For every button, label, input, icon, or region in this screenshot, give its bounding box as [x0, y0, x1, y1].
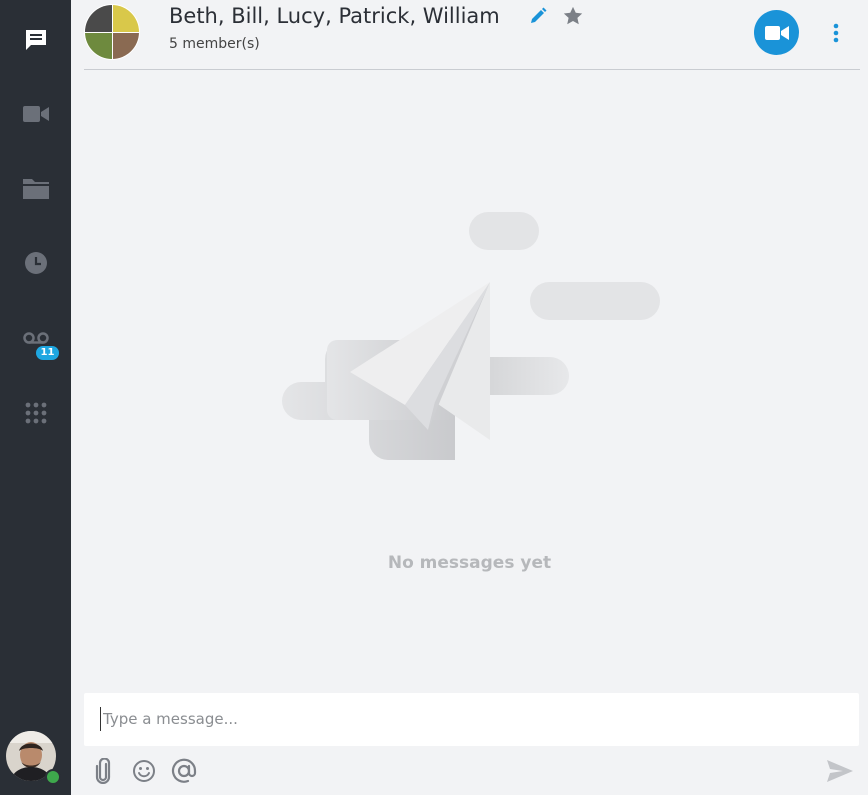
nav-rail: 11 [0, 0, 71, 795]
dialpad-icon [25, 402, 46, 424]
rail-item-recent[interactable] [0, 238, 71, 288]
voicemail-icon [22, 332, 49, 344]
more-options-button[interactable] [826, 20, 846, 46]
vertical-ellipsis-icon [833, 23, 839, 43]
at-sign-icon [171, 758, 197, 783]
smiley-icon [133, 760, 155, 782]
emoji-button[interactable] [130, 757, 158, 785]
chat-bubble-icon [25, 30, 46, 50]
clock-icon [24, 252, 47, 274]
message-composer [84, 693, 859, 746]
rail-item-chat[interactable] [0, 15, 71, 65]
video-camera-icon [764, 25, 789, 40]
attach-button[interactable] [89, 757, 117, 785]
folder-icon [22, 179, 49, 199]
member-count: 5 member(s) [169, 36, 260, 52]
send-button[interactable] [825, 757, 855, 785]
edit-title-button[interactable] [528, 6, 548, 26]
header-divider [84, 69, 860, 70]
rail-item-dialpad[interactable] [0, 388, 71, 438]
message-input[interactable] [100, 707, 840, 731]
favorite-button[interactable] [562, 5, 584, 27]
start-video-call-button[interactable] [754, 10, 799, 55]
voicemail-badge: 11 [36, 346, 59, 360]
empty-state-illustration [270, 200, 670, 470]
send-icon [827, 760, 853, 782]
paperclip-icon [95, 758, 111, 784]
presence-indicator [45, 769, 61, 785]
star-icon [563, 6, 583, 25]
group-avatar[interactable] [84, 4, 140, 60]
rail-item-files[interactable] [0, 163, 71, 213]
paper-plane-icon [282, 212, 660, 460]
pencil-icon [531, 7, 547, 23]
conversation-title: Beth, Bill, Lucy, Patrick, William [169, 4, 500, 28]
empty-state-text: No messages yet [387, 553, 552, 573]
mention-button[interactable] [170, 757, 198, 785]
rail-item-voicemail[interactable]: 11 [0, 314, 71, 364]
rail-item-video[interactable] [0, 89, 71, 139]
video-camera-icon [22, 106, 49, 122]
